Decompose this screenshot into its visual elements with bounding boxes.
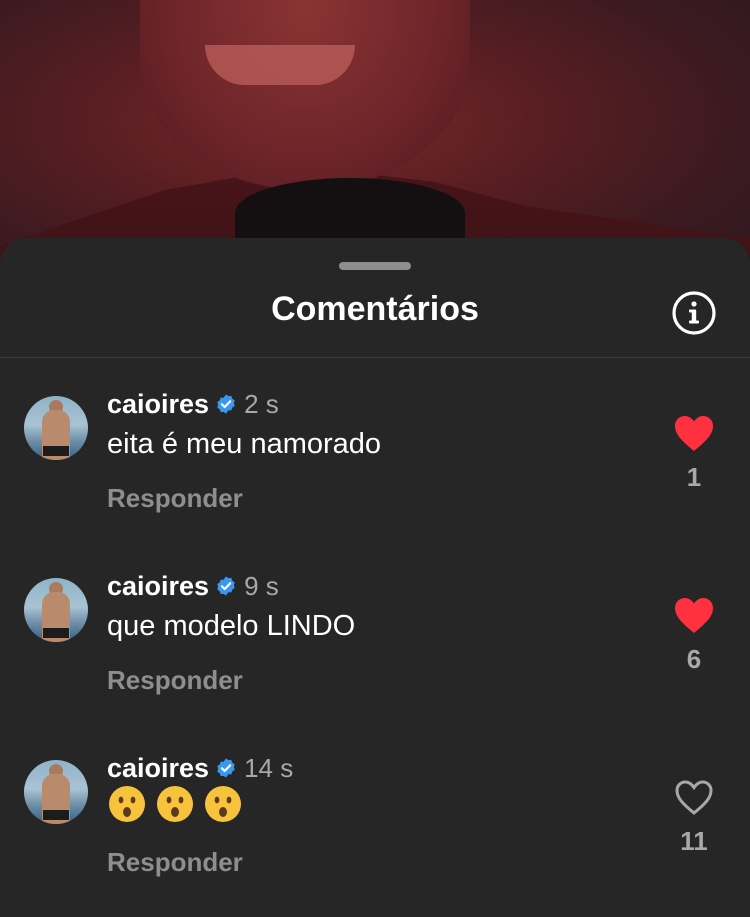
comment-item: caioires 14 s Responder 11 xyxy=(0,750,750,900)
verified-badge-icon xyxy=(217,394,235,414)
comment-meta: caioires 14 s xyxy=(107,750,293,786)
comment-time: 2 s xyxy=(244,388,279,419)
comment-text xyxy=(107,784,243,824)
surprised-face-emoji xyxy=(205,786,241,822)
surprised-face-emoji xyxy=(109,786,145,822)
background-smile xyxy=(205,45,355,85)
reply-button[interactable]: Responder xyxy=(107,665,243,696)
comment-username[interactable]: caioires xyxy=(107,753,209,784)
like-count: 11 xyxy=(680,826,708,856)
verified-badge-icon xyxy=(217,576,235,596)
comment-text: que modelo LINDO xyxy=(107,610,356,642)
header-divider xyxy=(0,357,750,358)
comment-username[interactable]: caioires xyxy=(107,571,209,602)
info-icon[interactable] xyxy=(671,290,717,336)
surprised-face-emoji xyxy=(157,786,193,822)
comment-text: eita é meu namorado xyxy=(107,428,382,460)
avatar[interactable] xyxy=(24,760,88,824)
avatar[interactable] xyxy=(24,578,88,642)
like-count: 1 xyxy=(686,462,702,492)
sheet-title: Comentários xyxy=(271,290,479,328)
reply-button[interactable]: Responder xyxy=(107,483,243,514)
avatar[interactable] xyxy=(24,396,88,460)
comments-sheet: Comentários caioires 2 s eita é meu namo… xyxy=(0,238,750,917)
verified-badge-icon xyxy=(217,758,235,778)
comment-meta: caioires 9 s xyxy=(107,568,279,604)
comment-time: 9 s xyxy=(244,570,279,601)
comment-item: caioires 2 s eita é meu namorado Respond… xyxy=(0,386,750,536)
heart-filled-icon[interactable] xyxy=(672,413,716,453)
comment-item: caioires 9 s que modelo LINDO Responder … xyxy=(0,568,750,718)
comment-username[interactable]: caioires xyxy=(107,389,209,420)
heart-filled-icon[interactable] xyxy=(672,595,716,635)
comment-time: 14 s xyxy=(244,752,294,783)
heart-outline-icon[interactable] xyxy=(672,777,716,817)
comment-meta: caioires 2 s xyxy=(107,386,279,422)
like-count: 6 xyxy=(686,644,702,674)
sheet-drag-handle[interactable] xyxy=(339,262,411,270)
reply-button[interactable]: Responder xyxy=(107,847,243,878)
background-face xyxy=(140,0,470,190)
